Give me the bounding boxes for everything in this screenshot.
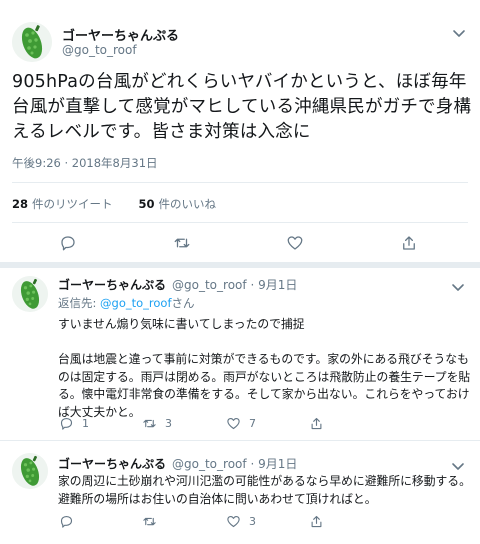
avatar[interactable] [12, 22, 52, 62]
chevron-down-icon[interactable] [450, 26, 468, 40]
avatar[interactable] [12, 453, 48, 489]
reply-date[interactable]: · 9月1日 [250, 278, 297, 292]
heart-icon [227, 417, 240, 429]
divider [12, 182, 468, 183]
share-icon [311, 515, 322, 527]
share-icon[interactable] [400, 234, 418, 252]
divider [12, 222, 468, 223]
reply-icon [60, 417, 73, 430]
tweet-timestamp[interactable]: 午後9:26 · 2018年8月31日 [12, 155, 158, 171]
reply-date[interactable]: · 9月1日 [250, 457, 297, 471]
tweet-stats: 28 件のリツイート 50 件のいいね [12, 196, 216, 212]
replying-suffix: さん [171, 296, 195, 310]
reply-button[interactable] [59, 513, 74, 529]
reply-text: すいません煽り気味に書いてしまったので捕捉 台風は地震と違って事前に対策ができる… [58, 316, 472, 421]
replying-to-handle[interactable]: @go_to_roof [100, 296, 171, 310]
replying-to: 返信先: @go_to_roofさん [58, 295, 195, 311]
reply-button[interactable]: 1 [59, 415, 89, 431]
like-button[interactable]: 3 [226, 513, 256, 529]
like-count: 50 [138, 197, 155, 211]
like-button[interactable]: 7 [226, 415, 256, 431]
retweet-icon [143, 517, 156, 525]
heart-icon[interactable] [286, 234, 304, 252]
retweet-button[interactable]: 3 [142, 415, 172, 431]
author-handle[interactable]: @go_to_roof [172, 278, 247, 292]
retweet-stat-label: 件のリツイート [32, 197, 113, 211]
chevron-down-icon[interactable] [450, 458, 466, 470]
author-display-name[interactable]: ゴーヤーちゃんぷる [62, 25, 179, 44]
reply-text: 家の周辺に土砂崩れや河川氾濫の可能性があるなら早めに避難所に移動する。避難所の場… [58, 473, 472, 508]
share-icon [311, 417, 322, 429]
replying-prefix: 返信先: [58, 296, 97, 310]
reply-icon [60, 515, 73, 528]
like-count: 7 [249, 416, 256, 430]
tweet-actions [0, 234, 480, 256]
author-handle[interactable]: @go_to_roof [62, 43, 137, 57]
reply-tweet[interactable]: ゴーヤーちゃんぷる @go_to_roof · 9月1日 返信先: @go_to_… [0, 268, 480, 440]
like-count: 3 [249, 514, 256, 528]
reply-count: 1 [82, 416, 89, 430]
retweet-count: 28 [12, 197, 29, 211]
reply-paragraph: 家の周辺に土砂崩れや河川氾濫の可能性があるなら早めに避難所に移動する。避難所の場… [58, 474, 471, 506]
retweet-stat[interactable]: 28 件のリツイート [12, 196, 113, 212]
heart-icon [227, 515, 240, 527]
author-display-name[interactable]: ゴーヤーちゃんぷる [58, 457, 166, 471]
tweet-text: 905hPaの台風がどれくらいヤバイかというと、ほぼ毎年台風が直撃して感覚がマヒ… [12, 72, 472, 142]
share-button[interactable] [309, 513, 324, 529]
reply-paragraph: 台風は地震と違って事前に対策ができるものです。家の外にある飛びそうなものは固定す… [58, 352, 471, 419]
author-display-name[interactable]: ゴーヤーちゃんぷる [58, 278, 166, 292]
author-handle[interactable]: @go_to_roof [172, 457, 247, 471]
like-stat[interactable]: 50 件のいいね [139, 196, 217, 212]
reply-paragraph: すいません煽り気味に書いてしまったので捕捉 [58, 317, 305, 331]
retweet-icon[interactable] [173, 234, 191, 252]
avatar[interactable] [12, 276, 48, 312]
reply-header: ゴーヤーちゃんぷる @go_to_roof · 9月1日 [58, 276, 297, 293]
retweet-button[interactable] [142, 513, 157, 529]
retweet-icon [143, 419, 156, 427]
main-tweet: ゴーヤーちゃんぷる @go_to_roof 905hPaの台風がどれくらいヤバイ… [0, 0, 480, 262]
reply-tweet[interactable]: ゴーヤーちゃんぷる @go_to_roof · 9月1日 家の周辺に土砂崩れや河川… [0, 441, 480, 544]
like-stat-label: 件のいいね [158, 197, 217, 211]
retweet-count: 3 [165, 416, 172, 430]
reply-header: ゴーヤーちゃんぷる @go_to_roof · 9月1日 [58, 455, 297, 472]
reply-icon[interactable] [59, 234, 77, 252]
chevron-down-icon[interactable] [450, 279, 466, 291]
share-button[interactable] [309, 415, 324, 431]
